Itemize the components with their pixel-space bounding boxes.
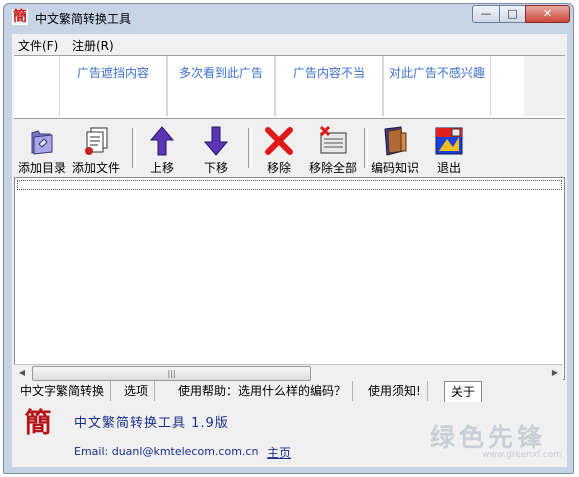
maximize-button[interactable]: □ [499,5,526,23]
add-file-label: 添加文件 [71,161,120,175]
move-down-label: 下移 [203,161,228,175]
client-area: 文件(F) 注册(R) 广告遮挡内容 多次看到此广告 广告内容不当 对此广告不感… [12,34,567,467]
tab-about[interactable]: 关于 [444,381,483,402]
move-up-button[interactable]: 上移 [132,125,192,175]
arrow-up-icon [149,126,175,156]
arrow-down-icon [203,126,229,156]
menu-bar: 文件(F) 注册(R) [12,34,567,53]
watermark-url: www.greenxf.com [482,450,563,460]
about-panel: 簡 中文繁简转换工具 1.9版 Email: duanl@kmtelecom.c… [12,404,567,467]
ad-banner: 广告遮挡内容 多次看到此广告 广告内容不当 对此广告不感兴趣 [14,55,565,119]
menu-file[interactable]: 文件(F) [18,37,58,54]
app-icon: 簡 [12,9,28,25]
ad-option-seen-often[interactable]: 多次看到此广告 [167,56,275,116]
scroll-left-button[interactable]: ◀ [14,366,30,380]
app-window: 簡 中文繁简转换工具 — □ ✕ 文件(F) 注册(R) 广告遮挡内容 多次看到… [3,3,574,474]
focus-row[interactable] [17,180,562,190]
tab-notice[interactable]: 使用须知! [362,381,428,401]
horizontal-scrollbar[interactable]: ◀ ||| ▶ [14,364,563,381]
exit-label: 退出 [436,161,461,175]
ad-option-covers-content[interactable]: 广告遮挡内容 [59,56,167,116]
book-icon [384,126,407,156]
watermark: 绿色先锋 [430,423,547,452]
add-folder-button[interactable]: 添加目录 [12,125,72,175]
tab-strip: 中文字繁简转换 选项 使用帮助：选用什么样的编码？ 使用须知! 关于 [12,381,567,403]
encoding-knowledge-label: 编码知识 [370,161,419,175]
red-x-icon [265,127,293,155]
remove-button[interactable]: 移除 [249,125,309,175]
tab-options[interactable]: 选项 [118,381,156,401]
add-file-button[interactable]: 添加文件 [66,125,126,175]
minimize-button[interactable]: — [472,5,500,23]
files-icon [85,127,108,155]
ad-option-inappropriate[interactable]: 广告内容不当 [275,56,383,116]
toolbar: 添加目录 添加文件 上移 下移 移除 移除全部 编码知识 退出 [12,120,567,176]
about-title: 中文繁简转换工具 1.9版 [74,416,229,431]
scroll-right-button[interactable]: ▶ [547,366,563,380]
ad-option-not-interested[interactable]: 对此广告不感兴趣 [383,56,491,116]
tab-help-encoding[interactable]: 使用帮助：选用什么样的编码？ [172,381,354,401]
ad-banner-filler [524,56,565,116]
add-folder-label: 添加目录 [17,161,66,175]
scroll-thumb[interactable]: ||| [32,366,311,381]
encoding-knowledge-button[interactable]: 编码知识 [365,125,425,175]
window-title: 中文繁简转换工具 [35,12,132,26]
remove-label: 移除 [266,161,291,175]
tab-convert[interactable]: 中文字繁简转换 [14,381,112,401]
app-logo: 簡 [24,408,52,439]
exit-button[interactable]: 退出 [419,125,479,175]
move-up-label: 上移 [149,161,174,175]
title-bar[interactable]: 簡 中文繁简转换工具 — □ ✕ [4,4,573,31]
folder-icon [31,130,53,155]
close-button[interactable]: ✕ [525,5,570,23]
remove-all-button[interactable]: 移除全部 [303,125,363,175]
move-down-button[interactable]: 下移 [186,125,246,175]
menu-register[interactable]: 注册(R) [72,37,114,54]
contact-email: Email: duanl@kmtelecom.com.cn [74,445,259,458]
exit-icon [435,127,463,155]
homepage-link[interactable]: 主页 [267,444,291,461]
file-list[interactable] [14,177,565,380]
remove-all-label: 移除全部 [308,161,357,175]
remove-all-icon [319,125,347,154]
